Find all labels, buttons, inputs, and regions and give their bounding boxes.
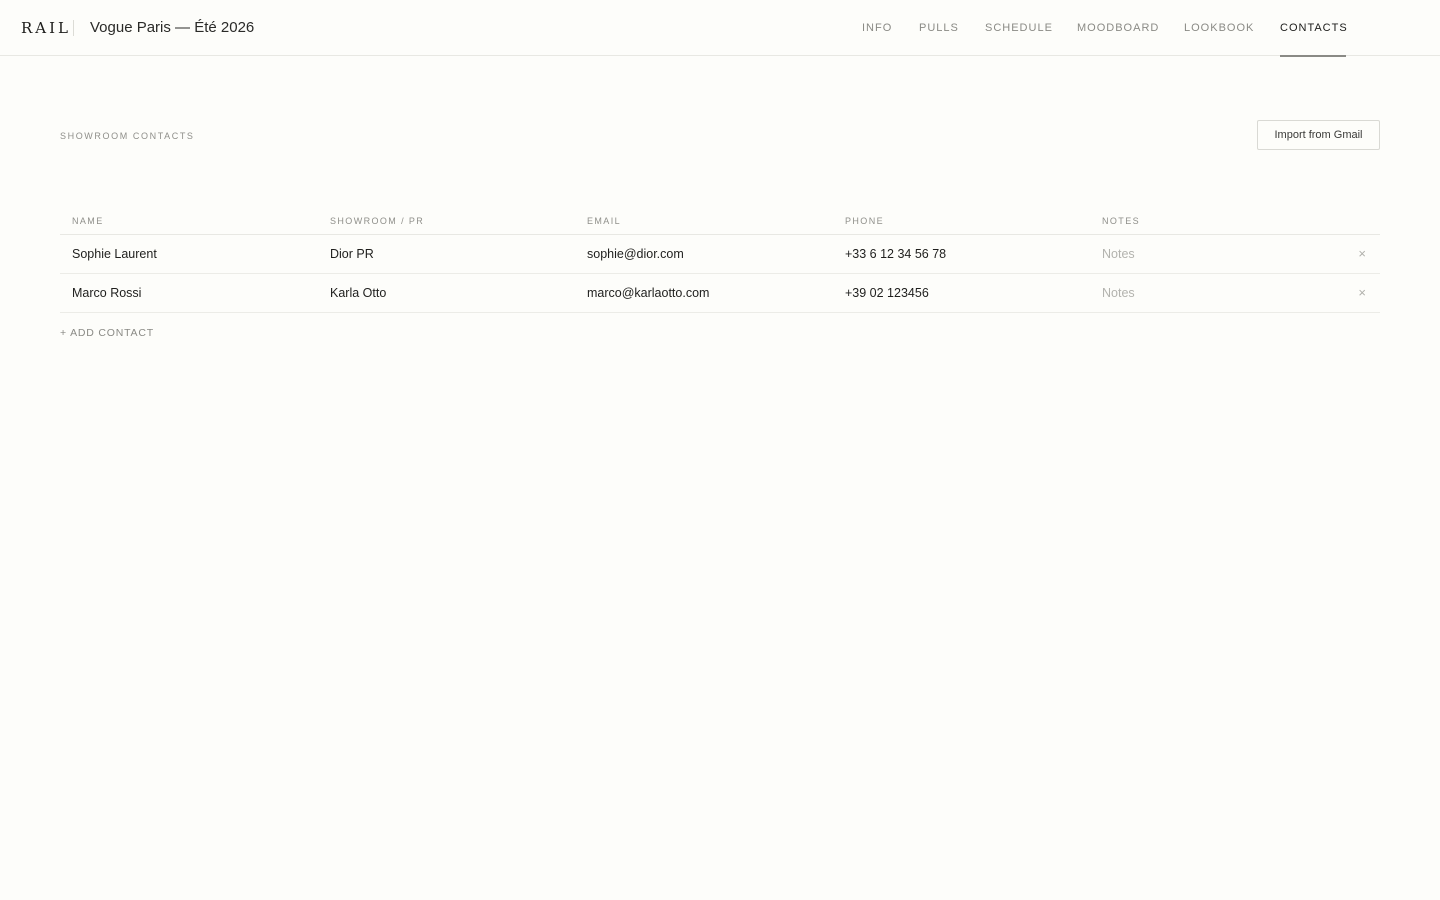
contact-name-field[interactable]: Sophie Laurent bbox=[72, 235, 157, 273]
project-title: Vogue Paris — Été 2026 bbox=[90, 19, 255, 36]
import-from-gmail-button[interactable]: Import from Gmail bbox=[1257, 120, 1380, 150]
divider bbox=[73, 20, 74, 36]
contact-showroom-field[interactable]: Karla Otto bbox=[330, 274, 386, 312]
contact-notes-field[interactable]: Notes bbox=[1102, 274, 1135, 312]
column-header-name: NAME bbox=[72, 216, 104, 226]
tab-pulls[interactable]: PULLS bbox=[919, 0, 959, 56]
logo[interactable]: RAIL bbox=[21, 18, 71, 38]
tab-contacts[interactable]: CONTACTS bbox=[1280, 0, 1347, 57]
remove-contact-icon[interactable]: × bbox=[1358, 274, 1366, 312]
remove-contact-icon[interactable]: × bbox=[1358, 235, 1366, 273]
tab-schedule[interactable]: SCHEDULE bbox=[985, 0, 1053, 56]
contact-phone-field[interactable]: +39 02 123456 bbox=[845, 274, 929, 312]
column-header-notes: NOTES bbox=[1102, 216, 1141, 226]
contacts-table: NAME SHOWROOM / PR EMAIL PHONE NOTES Sop… bbox=[60, 206, 1380, 313]
contact-email-field[interactable]: sophie@dior.com bbox=[587, 235, 684, 273]
column-header-email: EMAIL bbox=[587, 216, 622, 226]
contact-phone-field[interactable]: +33 6 12 34 56 78 bbox=[845, 235, 946, 273]
table-row: Marco Rossi Karla Otto marco@karlaotto.c… bbox=[60, 274, 1380, 313]
table-row: Sophie Laurent Dior PR sophie@dior.com +… bbox=[60, 235, 1380, 274]
section-title: SHOWROOM CONTACTS bbox=[60, 131, 195, 141]
tab-info[interactable]: INFO bbox=[862, 0, 892, 56]
tab-lookbook[interactable]: LOOKBOOK bbox=[1184, 0, 1254, 56]
contact-notes-field[interactable]: Notes bbox=[1102, 235, 1135, 273]
top-bar: RAIL Vogue Paris — Été 2026 INFO PULLS S… bbox=[0, 0, 1440, 57]
contact-showroom-field[interactable]: Dior PR bbox=[330, 235, 374, 273]
tab-moodboard[interactable]: MOODBOARD bbox=[1077, 0, 1159, 56]
column-header-phone: PHONE bbox=[845, 216, 885, 226]
column-header-showroom: SHOWROOM / PR bbox=[330, 216, 425, 226]
contact-email-field[interactable]: marco@karlaotto.com bbox=[587, 274, 709, 312]
contact-name-field[interactable]: Marco Rossi bbox=[72, 274, 141, 312]
add-contact-button[interactable]: + ADD CONTACT bbox=[60, 326, 154, 340]
table-header: NAME SHOWROOM / PR EMAIL PHONE NOTES bbox=[60, 206, 1380, 235]
